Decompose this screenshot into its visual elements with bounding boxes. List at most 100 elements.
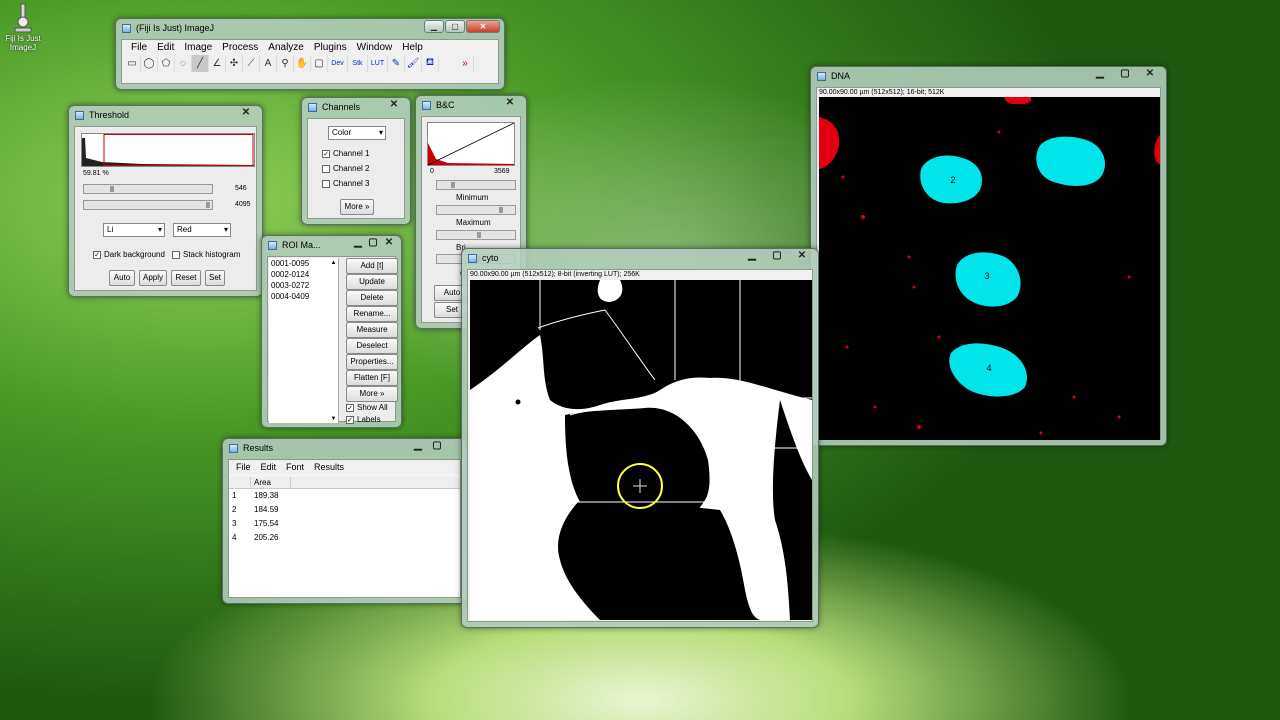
- results-menu-results[interactable]: Results: [309, 462, 349, 472]
- threshold-percent: 59.81 %: [83, 170, 109, 177]
- brightness-slider[interactable]: [436, 230, 516, 240]
- color-picker-icon[interactable]: ▢: [311, 55, 328, 72]
- brush-tool-icon[interactable]: 🖌: [405, 55, 422, 72]
- close-button[interactable]: ✕: [381, 237, 397, 250]
- max-threshold-slider[interactable]: [83, 200, 213, 210]
- show-all-checkbox[interactable]: ✓ Show All: [346, 403, 398, 412]
- hand-tool-icon[interactable]: ✋: [294, 55, 311, 72]
- roi-list[interactable]: 0001-0095 0002-0124 0003-0272 0004-0409 …: [269, 258, 339, 423]
- imagej-main-window: (Fiji Is Just) ImageJ ▁ ▢ ✕ File Edit Imag…: [115, 18, 505, 90]
- roi-measure-button[interactable]: Measure: [346, 322, 398, 338]
- menu-process[interactable]: Process: [217, 42, 263, 53]
- imagej-icon: [468, 253, 477, 263]
- threshold-mode-select[interactable]: Red: [173, 223, 231, 237]
- roi-scroll-down-icon[interactable]: ▼: [329, 414, 338, 423]
- menu-help[interactable]: Help: [397, 42, 428, 53]
- close-button[interactable]: ✕: [1138, 68, 1162, 81]
- channel-3-checkbox[interactable]: Channel 3: [322, 179, 369, 188]
- channel-1-checkbox[interactable]: ✓ Channel 1: [322, 149, 369, 158]
- menu-window[interactable]: Window: [352, 42, 398, 53]
- menu-plugins[interactable]: Plugins: [309, 42, 352, 53]
- column-header-area[interactable]: Area: [251, 477, 291, 488]
- dark-background-checkbox[interactable]: ✓ Dark background: [93, 250, 165, 259]
- min-threshold-slider[interactable]: [83, 184, 213, 194]
- point-tool-icon[interactable]: ✣: [226, 55, 243, 72]
- results-menu-edit[interactable]: Edit: [256, 462, 282, 472]
- roi-list-item[interactable]: 0004-0409: [271, 291, 338, 302]
- roi-rename-button[interactable]: Rename...: [346, 306, 398, 322]
- roi-update-button[interactable]: Update: [346, 274, 398, 290]
- angle-tool-icon[interactable]: ∠: [209, 55, 226, 72]
- minimize-button[interactable]: ▁: [409, 440, 427, 453]
- maximize-button[interactable]: ▢: [765, 250, 789, 263]
- roi-flatten-button[interactable]: Flatten [F]: [346, 370, 398, 386]
- cyto-image-canvas[interactable]: [470, 280, 812, 620]
- results-menu-file[interactable]: File: [231, 462, 256, 472]
- imagej-icon: [308, 102, 317, 112]
- close-button[interactable]: ✕: [382, 99, 406, 112]
- maximize-button[interactable]: ▢: [366, 237, 380, 250]
- results-menu-font[interactable]: Font: [281, 462, 309, 472]
- table-row[interactable]: 4 205.26: [229, 531, 460, 545]
- maximize-button[interactable]: ▢: [1113, 68, 1137, 81]
- stack-histogram-checkbox[interactable]: Stack histogram: [172, 250, 240, 259]
- maximum-slider[interactable]: [436, 205, 516, 215]
- bc-axis-min: 0: [430, 168, 434, 175]
- minimize-button[interactable]: ▁: [424, 20, 444, 33]
- text-tool-icon[interactable]: A: [260, 55, 277, 72]
- wand-tool-icon[interactable]: ⟋: [243, 55, 260, 72]
- line-tool-icon[interactable]: ╱: [192, 55, 209, 72]
- polygon-tool-icon[interactable]: ⬠: [158, 55, 175, 72]
- roi-more-button[interactable]: More »: [346, 386, 398, 402]
- minimize-button[interactable]: ▁: [1088, 68, 1112, 81]
- more-tools-icon[interactable]: »: [457, 55, 474, 72]
- zoom-tool-icon[interactable]: ⚲: [277, 55, 294, 72]
- channels-mode-select[interactable]: Color: [328, 126, 386, 140]
- desktop-icon-fiji[interactable]: Fiji Is Just ImageJ: [2, 2, 44, 52]
- oval-tool-icon[interactable]: ◯: [141, 55, 158, 72]
- channel-2-checkbox[interactable]: Channel 2: [322, 164, 369, 173]
- roi-add-button[interactable]: Add [t]: [346, 258, 398, 274]
- set-button[interactable]: Set: [205, 270, 225, 286]
- maximum-label: Maximum: [456, 218, 491, 227]
- menu-analyze[interactable]: Analyze: [263, 42, 309, 53]
- close-button[interactable]: ✕: [234, 107, 258, 120]
- apply-button[interactable]: Apply: [139, 270, 167, 286]
- roi-list-item[interactable]: 0001-0095: [271, 258, 338, 269]
- maximize-button[interactable]: ▢: [445, 20, 465, 33]
- table-row[interactable]: 1 189.38: [229, 489, 460, 503]
- menu-image[interactable]: Image: [179, 42, 217, 53]
- minimize-button[interactable]: ▁: [740, 250, 764, 263]
- roi-delete-button[interactable]: Delete: [346, 290, 398, 306]
- reset-button[interactable]: Reset: [171, 270, 201, 286]
- more-button[interactable]: More »: [340, 199, 374, 215]
- freehand-tool-icon[interactable]: ◌: [175, 55, 192, 72]
- threshold-method-select[interactable]: Li: [103, 223, 165, 237]
- pencil-tool-icon[interactable]: ✎: [388, 55, 405, 72]
- menu-file[interactable]: File: [126, 42, 152, 53]
- lut-tool-icon[interactable]: LUT: [368, 55, 388, 72]
- close-button[interactable]: ✕: [498, 97, 522, 110]
- menu-edit[interactable]: Edit: [152, 42, 179, 53]
- close-button[interactable]: ✕: [790, 250, 814, 263]
- window-title: ROI Ma...: [282, 240, 321, 250]
- maximize-button[interactable]: ▢: [428, 440, 446, 453]
- roi-properties-button[interactable]: Properties...: [346, 354, 398, 370]
- roi-scroll-up-icon[interactable]: ▲: [329, 258, 338, 267]
- table-row[interactable]: 3 175.54: [229, 517, 460, 531]
- window-title: DNA: [831, 71, 851, 81]
- stk-tool-icon[interactable]: Stk: [348, 55, 368, 72]
- roi-list-item[interactable]: 0002-0124: [271, 269, 338, 280]
- flood-fill-icon[interactable]: ⛾: [422, 55, 439, 72]
- minimum-slider[interactable]: [436, 180, 516, 190]
- minimize-button[interactable]: ▁: [351, 237, 365, 250]
- dev-tool-icon[interactable]: Dev: [328, 55, 348, 72]
- roi-list-item[interactable]: 0003-0272: [271, 280, 338, 291]
- auto-button[interactable]: Auto: [109, 270, 135, 286]
- labels-checkbox[interactable]: ✓ Labels: [346, 415, 398, 424]
- rectangle-tool-icon[interactable]: ▭: [124, 55, 141, 72]
- roi-deselect-button[interactable]: Deselect: [346, 338, 398, 354]
- table-row[interactable]: 2 184.59: [229, 503, 460, 517]
- dna-image-canvas[interactable]: 1 2 3 4: [819, 97, 1160, 440]
- close-button[interactable]: ✕: [466, 20, 500, 33]
